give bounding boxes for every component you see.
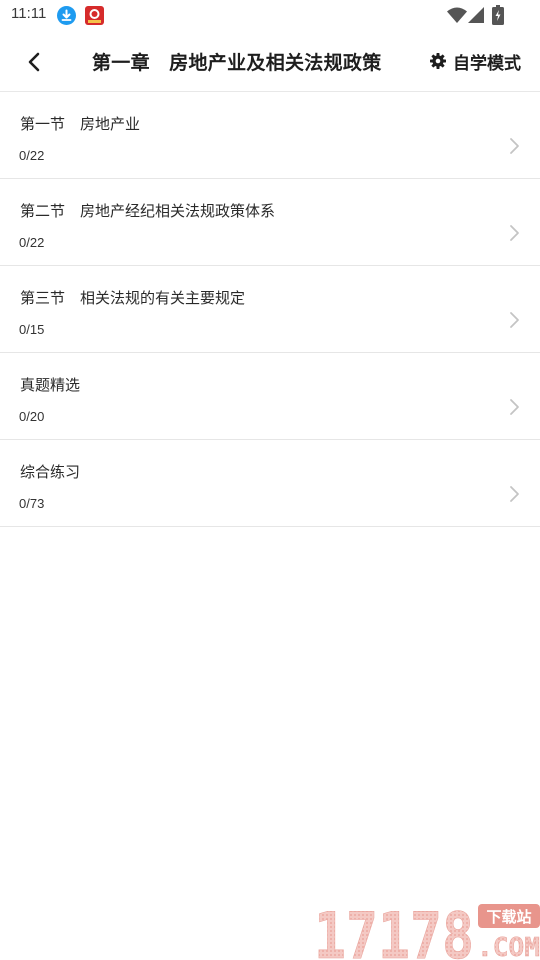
section-progress: 0/22 (19, 235, 45, 250)
site-watermark-logo: 17178 下载站 .COM (314, 900, 540, 960)
back-button[interactable] (20, 47, 50, 77)
section-item-1[interactable]: 第一节 房地产业 0/22 (0, 92, 540, 179)
svg-text:下载站: 下载站 (486, 908, 531, 926)
app-notification-icon (85, 6, 104, 25)
signal-icon (468, 7, 484, 23)
chevron-right-icon (510, 138, 519, 154)
section-item-2[interactable]: 第二节 房地产经纪相关法规政策体系 0/22 (0, 179, 540, 266)
section-title: 第三节 相关法规的有关主要规定 (20, 289, 246, 307)
section-progress: 0/73 (19, 496, 45, 511)
chevron-right-icon (510, 225, 519, 241)
section-item-3[interactable]: 第三节 相关法规的有关主要规定 0/15 (0, 266, 540, 353)
section-progress: 0/15 (19, 322, 45, 337)
gear-icon (430, 53, 446, 69)
top-app-bar: 第一章 房地产业及相关法规政策 自学模式 (0, 32, 540, 91)
chapter-practice-screen: 11:11 第一章 房地产业及相关法规政策 自学模式 第一节 房地产业 0/22… (0, 0, 540, 960)
chevron-right-icon (510, 486, 519, 502)
section-title: 综合练习 (20, 463, 81, 481)
section-item-comprehensive-practice[interactable]: 综合练习 0/73 (0, 440, 540, 527)
section-title: 第一节 房地产业 (20, 115, 141, 133)
section-progress: 0/22 (19, 148, 45, 163)
svg-text:.COM: .COM (477, 933, 540, 960)
mode-label: 自学模式 (453, 53, 521, 74)
status-time: 11:11 (11, 5, 47, 22)
wifi-icon (447, 7, 467, 23)
section-list: 第一节 房地产业 0/22 第二节 房地产经纪相关法规政策体系 0/22 第三节… (0, 92, 540, 527)
chevron-right-icon (510, 312, 519, 328)
svg-text:17178: 17178 (314, 900, 474, 960)
section-title: 第二节 房地产经纪相关法规政策体系 (20, 202, 276, 220)
self-study-mode-button[interactable]: 自学模式 (430, 49, 521, 74)
section-item-real-questions[interactable]: 真题精选 0/20 (0, 353, 540, 440)
download-icon (57, 6, 76, 25)
section-progress: 0/20 (19, 409, 45, 424)
chevron-left-icon (28, 52, 40, 72)
status-bar: 11:11 (0, 0, 540, 32)
chevron-right-icon (510, 399, 519, 415)
section-title: 真题精选 (20, 376, 81, 394)
page-title: 第一章 房地产业及相关法规政策 (92, 52, 382, 74)
battery-charging-icon (492, 5, 504, 25)
